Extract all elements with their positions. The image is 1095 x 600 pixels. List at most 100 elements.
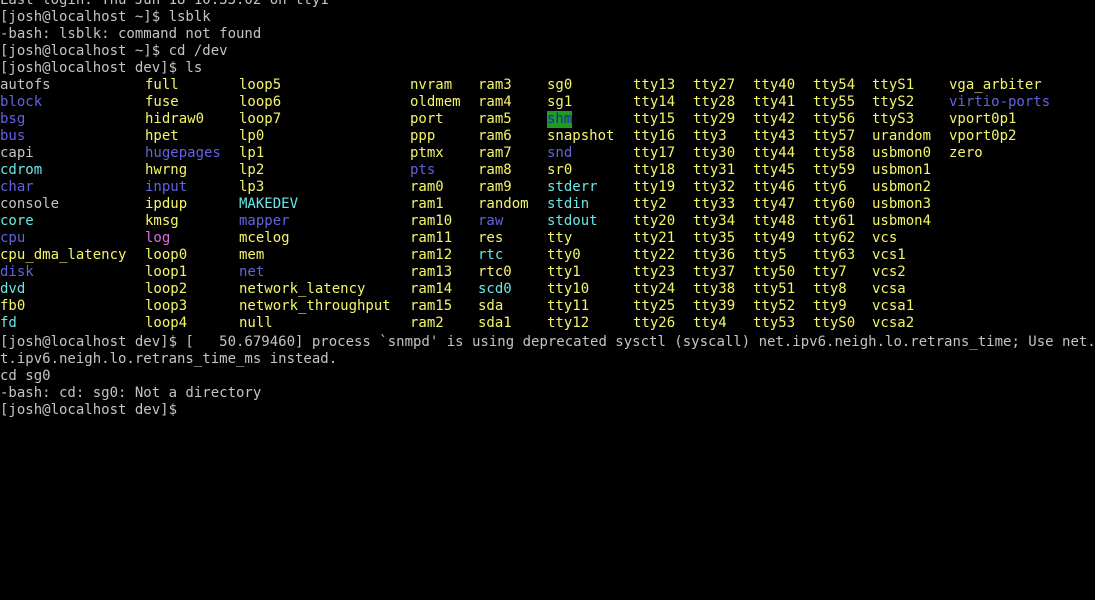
ls-entry: tty39 bbox=[693, 298, 736, 314]
ls-entry: loop7 bbox=[239, 111, 282, 127]
ls-entry: tty33 bbox=[693, 196, 736, 212]
ls-entry: tty30 bbox=[693, 145, 736, 161]
ls-entry: network_throughput bbox=[239, 298, 391, 314]
ls-entry: tty26 bbox=[633, 315, 676, 331]
ls-entry: tty49 bbox=[753, 230, 796, 246]
ls-entry: loop2 bbox=[145, 281, 188, 297]
ls-entry: ram9 bbox=[478, 179, 512, 195]
ls-entry: ram11 bbox=[410, 230, 453, 246]
ls-entry: network_latency bbox=[239, 281, 366, 297]
ls-entry: tty5 bbox=[753, 247, 787, 263]
ls-entry: tty7 bbox=[813, 264, 847, 280]
ls-entry: shm bbox=[547, 111, 573, 128]
ls-entry: tty37 bbox=[693, 264, 736, 280]
last-login-line: Last login: Thu Jun 18 10:33:02 on tty1 bbox=[0, 0, 329, 8]
ls-entry: input bbox=[145, 179, 188, 195]
ls-entry: rtc0 bbox=[478, 264, 512, 280]
ls-entry: ram15 bbox=[410, 298, 453, 314]
ls-entry: null bbox=[239, 315, 273, 331]
ls-entry: ram12 bbox=[410, 247, 453, 263]
prompt-lsblk-line: [josh@localhost ~]$ lsblk bbox=[0, 9, 211, 25]
ls-entry: tty57 bbox=[813, 128, 856, 144]
ls-entry: tty4 bbox=[693, 315, 727, 331]
ls-entry: tty28 bbox=[693, 94, 736, 110]
ls-entry: rtc bbox=[478, 247, 504, 263]
ls-entry: tty0 bbox=[547, 247, 581, 263]
ls-entry: hugepages bbox=[145, 145, 221, 161]
ls-entry: sg0 bbox=[547, 77, 573, 93]
ls-entry: loop1 bbox=[145, 264, 188, 280]
ls-entry: fuse bbox=[145, 94, 179, 110]
ls-entry: loop0 bbox=[145, 247, 188, 263]
ls-entry: tty9 bbox=[813, 298, 847, 314]
cd-error-line: -bash: cd: sg0: Not a directory bbox=[0, 385, 262, 401]
ls-entry: tty13 bbox=[633, 77, 676, 93]
ls-entry: tty44 bbox=[753, 145, 796, 161]
ls-entry: tty2 bbox=[633, 196, 667, 212]
ls-entry: tty8 bbox=[813, 281, 847, 297]
cd-sg0-line: cd sg0 bbox=[0, 368, 51, 384]
ls-entry: fb0 bbox=[0, 298, 26, 314]
ls-entry: tty60 bbox=[813, 196, 856, 212]
ls-entry: stderr bbox=[547, 179, 598, 195]
ls-entry: tty22 bbox=[633, 247, 676, 263]
ls-entry: ram14 bbox=[410, 281, 453, 297]
ls-entry: ttyS0 bbox=[813, 315, 856, 331]
ls-entry: vcs2 bbox=[872, 264, 906, 280]
ls-entry: ram8 bbox=[478, 162, 512, 178]
ls-entry: vcs1 bbox=[872, 247, 906, 263]
ls-entry: zero bbox=[949, 145, 983, 161]
ls-entry: vcsa1 bbox=[872, 298, 915, 314]
ls-entry: tty15 bbox=[633, 111, 676, 127]
kernel-message-line: [josh@localhost dev]$ [ 50.679460] proce… bbox=[0, 334, 1095, 350]
ls-entry: usbmon1 bbox=[872, 162, 932, 178]
ls-entry: hidraw0 bbox=[145, 111, 205, 127]
ls-entry: ipdup bbox=[145, 196, 188, 212]
ls-entry: vport0p2 bbox=[949, 128, 1017, 144]
ls-entry: ram7 bbox=[478, 145, 512, 161]
ls-entry: sda bbox=[478, 298, 504, 314]
ls-entry: tty52 bbox=[753, 298, 796, 314]
ls-entry: mapper bbox=[239, 213, 290, 229]
ls-entry: usbmon4 bbox=[872, 213, 932, 229]
ls-entry: tty55 bbox=[813, 94, 856, 110]
terminal-screen[interactable]: Last login: Thu Jun 18 10:33:02 on tty1 … bbox=[0, 0, 1095, 600]
ls-entry: cpu_dma_latency bbox=[0, 247, 127, 263]
current-prompt[interactable]: [josh@localhost dev]$ bbox=[0, 402, 177, 419]
ls-entry: vport0p1 bbox=[949, 111, 1017, 127]
ls-entry: vga_arbiter bbox=[949, 77, 1042, 93]
ls-entry: vcsa bbox=[872, 281, 906, 297]
ls-entry: tty58 bbox=[813, 145, 856, 161]
ls-entry: tty bbox=[547, 230, 573, 246]
ls-entry: tty31 bbox=[693, 162, 736, 178]
ls-entry: tty63 bbox=[813, 247, 856, 263]
ls-entry: tty14 bbox=[633, 94, 676, 110]
ls-entry: ptmx bbox=[410, 145, 444, 161]
ls-entry: tty27 bbox=[693, 77, 736, 93]
ls-entry: tty19 bbox=[633, 179, 676, 195]
ls-entry: lp3 bbox=[239, 179, 265, 195]
ls-entry: tty56 bbox=[813, 111, 856, 127]
ls-entry: tty50 bbox=[753, 264, 796, 280]
ls-entry: cpu bbox=[0, 230, 26, 246]
ls-entry: mem bbox=[239, 247, 265, 263]
ls-entry: tty61 bbox=[813, 213, 856, 229]
ls-entry: oldmem bbox=[410, 94, 461, 110]
ls-entry: ram13 bbox=[410, 264, 453, 280]
ls-entry: usbmon3 bbox=[872, 196, 932, 212]
ls-entry: tty16 bbox=[633, 128, 676, 144]
ls-entry: tty48 bbox=[753, 213, 796, 229]
ls-entry: tty42 bbox=[753, 111, 796, 127]
ls-entry: ttyS3 bbox=[872, 111, 915, 127]
ls-entry: kmsg bbox=[145, 213, 179, 229]
ls-entry: sr0 bbox=[547, 162, 573, 178]
ls-entry: ram6 bbox=[478, 128, 512, 144]
ls-entry: full bbox=[145, 77, 179, 93]
ls-entry: loop6 bbox=[239, 94, 282, 110]
ls-entry: tty34 bbox=[693, 213, 736, 229]
ls-entry: tty6 bbox=[813, 179, 847, 195]
ls-entry: ttyS1 bbox=[872, 77, 915, 93]
ls-entry: vcsa2 bbox=[872, 315, 915, 331]
ls-entry: tty38 bbox=[693, 281, 736, 297]
ls-entry: ram3 bbox=[478, 77, 512, 93]
